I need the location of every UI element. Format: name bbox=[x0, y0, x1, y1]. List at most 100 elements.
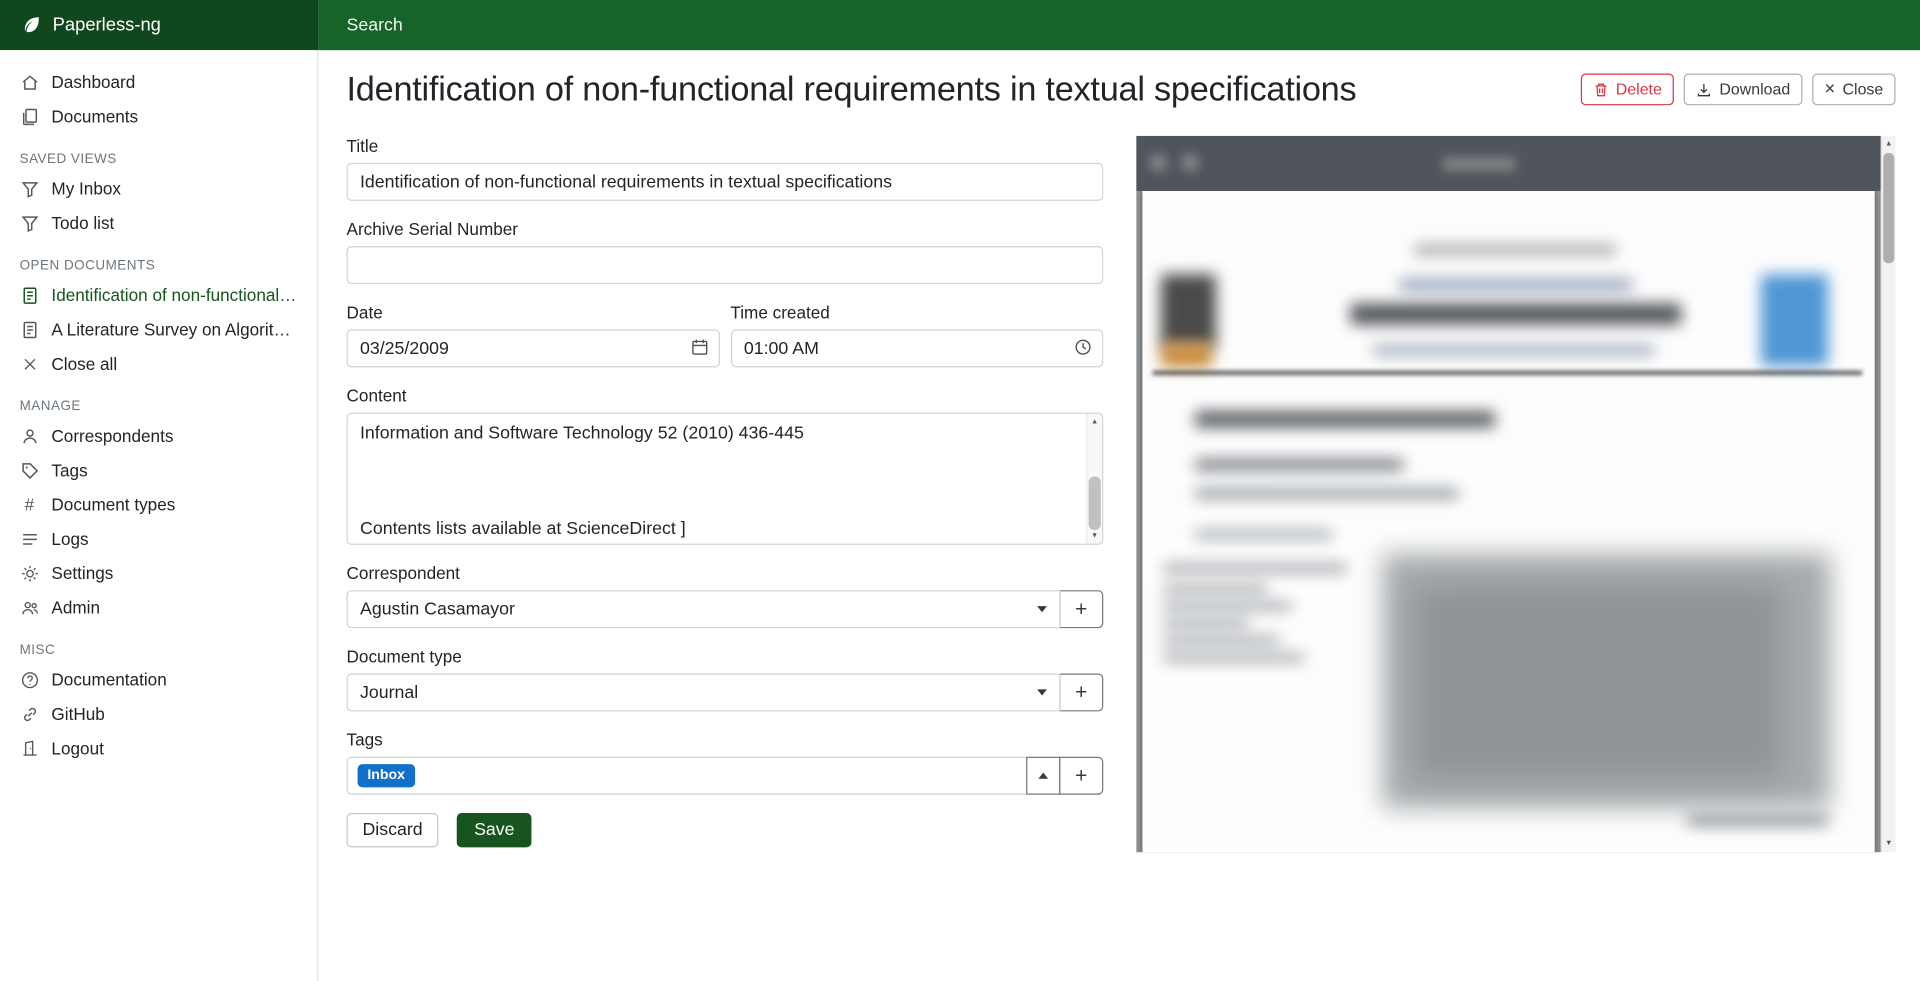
people-icon bbox=[20, 598, 40, 618]
pdf-toolbar-control bbox=[1149, 153, 1169, 173]
sidebar-item-dashboard[interactable]: Dashboard bbox=[0, 65, 317, 99]
question-circle-icon bbox=[20, 670, 40, 690]
blurred-journal-cover bbox=[1761, 274, 1828, 366]
sidebar-item-label: A Literature Survey on Algorithms for Mu… bbox=[51, 320, 297, 340]
content-scroll-down-button[interactable]: ▼ bbox=[1087, 528, 1102, 544]
date-field[interactable] bbox=[347, 329, 720, 367]
plus-icon: + bbox=[1075, 599, 1087, 620]
blurred-text-line bbox=[1163, 564, 1347, 571]
person-icon bbox=[20, 426, 40, 446]
app-window: Paperless-ng Dashboard Documents SAVED V… bbox=[0, 0, 1920, 981]
time-field[interactable] bbox=[730, 329, 1103, 367]
sidebar-item-logout[interactable]: Logout bbox=[0, 731, 317, 765]
blurred-text-line bbox=[1373, 345, 1655, 355]
plus-icon: + bbox=[1075, 682, 1087, 703]
sidebar-item-documentation[interactable]: Documentation bbox=[0, 662, 317, 696]
content-label: Content bbox=[347, 386, 1104, 406]
gear-icon bbox=[20, 563, 40, 583]
download-icon bbox=[1696, 81, 1712, 97]
main-content: Identification of non-functional require… bbox=[318, 50, 1920, 981]
correspondent-label: Correspondent bbox=[347, 563, 1104, 583]
pdf-scroll-thumb[interactable] bbox=[1883, 153, 1894, 263]
sidebar-item-label: Close all bbox=[51, 354, 117, 374]
correspondent-select[interactable]: Agustin Casamayor bbox=[347, 590, 1061, 628]
sidebar-item-label: Settings bbox=[51, 563, 113, 583]
save-button[interactable]: Save bbox=[457, 813, 532, 847]
file-text-icon bbox=[20, 320, 40, 340]
caret-up-icon bbox=[1038, 773, 1048, 779]
sidebar-item-admin[interactable]: Admin bbox=[0, 590, 317, 624]
tags-dropdown-button[interactable] bbox=[1026, 757, 1060, 795]
pdf-page bbox=[1142, 191, 1874, 852]
pdf-scroll-down-button[interactable]: ▼ bbox=[1882, 835, 1895, 852]
correspondent-add-button[interactable]: + bbox=[1059, 590, 1103, 628]
paperless-leaf-icon bbox=[21, 15, 42, 36]
blurred-journal-title bbox=[1351, 304, 1682, 325]
blurred-text-line bbox=[1163, 620, 1249, 627]
pdf-scrollbar[interactable]: ▲ ▼ bbox=[1881, 136, 1896, 852]
saved-views-header: SAVED VIEWS bbox=[0, 133, 317, 171]
sidebar-item-todo-list[interactable]: Todo list bbox=[0, 206, 317, 240]
page-title: Identification of non-functional require… bbox=[347, 70, 1357, 109]
sidebar-item-label: Identification of non-functional require… bbox=[51, 285, 297, 305]
tags-add-button[interactable]: + bbox=[1059, 757, 1103, 795]
sidebar-item-label: Admin bbox=[51, 598, 100, 618]
document-actions: Delete Download × Close bbox=[1580, 73, 1895, 105]
sidebar-open-doc-1[interactable]: Identification of non-functional require… bbox=[0, 278, 317, 312]
search-input[interactable] bbox=[344, 14, 858, 36]
misc-header: MISC bbox=[0, 624, 317, 662]
x-icon bbox=[20, 354, 40, 374]
sidebar-item-github[interactable]: GitHub bbox=[0, 697, 317, 731]
blurred-journal-logo bbox=[1161, 274, 1216, 347]
documents-icon bbox=[20, 107, 40, 127]
funnel-icon bbox=[20, 179, 40, 199]
tags-input[interactable]: Inbox bbox=[347, 757, 1028, 795]
sidebar-item-document-types[interactable]: # Document types bbox=[0, 487, 317, 521]
sidebar-item-my-inbox[interactable]: My Inbox bbox=[0, 171, 317, 205]
hash-icon: # bbox=[20, 495, 40, 515]
file-text-icon bbox=[20, 285, 40, 305]
content-scrollbar[interactable]: ▲ ▼ bbox=[1086, 414, 1102, 544]
sidebar-item-documents[interactable]: Documents bbox=[0, 99, 317, 133]
download-button[interactable]: Download bbox=[1684, 73, 1803, 105]
sidebar-item-label: Todo list bbox=[51, 213, 114, 233]
document-type-add-button[interactable]: + bbox=[1059, 673, 1103, 711]
discard-button[interactable]: Discard bbox=[347, 813, 439, 847]
date-label: Date bbox=[347, 302, 720, 322]
sidebar-item-logs[interactable]: Logs bbox=[0, 522, 317, 556]
brand[interactable]: Paperless-ng bbox=[0, 0, 318, 50]
sidebar-item-correspondents[interactable]: Correspondents bbox=[0, 419, 317, 453]
sidebar-item-label: GitHub bbox=[51, 704, 104, 724]
asn-label: Archive Serial Number bbox=[347, 219, 1104, 239]
funnel-icon bbox=[20, 213, 40, 233]
close-button[interactable]: × Close bbox=[1812, 73, 1895, 105]
delete-button[interactable]: Delete bbox=[1580, 73, 1674, 105]
blurred-abstract-block bbox=[1414, 585, 1781, 778]
sidebar-item-label: Document types bbox=[51, 495, 175, 515]
navbar-search-area bbox=[318, 0, 1920, 50]
link-icon bbox=[20, 704, 40, 724]
house-icon bbox=[20, 72, 40, 92]
sidebar-item-label: Tags bbox=[51, 460, 87, 480]
content-textarea[interactable]: Information and Software Technology 52 (… bbox=[348, 414, 1086, 544]
sidebar-open-doc-2[interactable]: A Literature Survey on Algorithms for Mu… bbox=[0, 312, 317, 346]
document-type-label: Document type bbox=[347, 647, 1104, 667]
manage-header: MANAGE bbox=[0, 381, 317, 419]
tag-icon bbox=[20, 460, 40, 480]
content-scroll-thumb[interactable] bbox=[1089, 476, 1101, 530]
delete-label: Delete bbox=[1616, 80, 1662, 100]
title-field[interactable] bbox=[347, 163, 1104, 201]
asn-field[interactable] bbox=[347, 246, 1104, 284]
sidebar-item-close-all[interactable]: Close all bbox=[0, 347, 317, 381]
sidebar-item-label: Logs bbox=[51, 529, 88, 549]
document-type-select[interactable]: Journal bbox=[347, 673, 1061, 711]
pdf-toolbar bbox=[1136, 136, 1880, 191]
navbar: Paperless-ng bbox=[0, 0, 1920, 50]
sidebar-item-settings[interactable]: Settings bbox=[0, 556, 317, 590]
sidebar-item-tags[interactable]: Tags bbox=[0, 453, 317, 487]
tag-badge-inbox[interactable]: Inbox bbox=[358, 764, 415, 787]
blurred-article-title bbox=[1195, 411, 1495, 427]
pdf-scroll-up-button[interactable]: ▲ bbox=[1882, 136, 1895, 153]
blurred-text-line bbox=[1163, 654, 1304, 661]
content-scroll-up-button[interactable]: ▲ bbox=[1087, 414, 1102, 430]
